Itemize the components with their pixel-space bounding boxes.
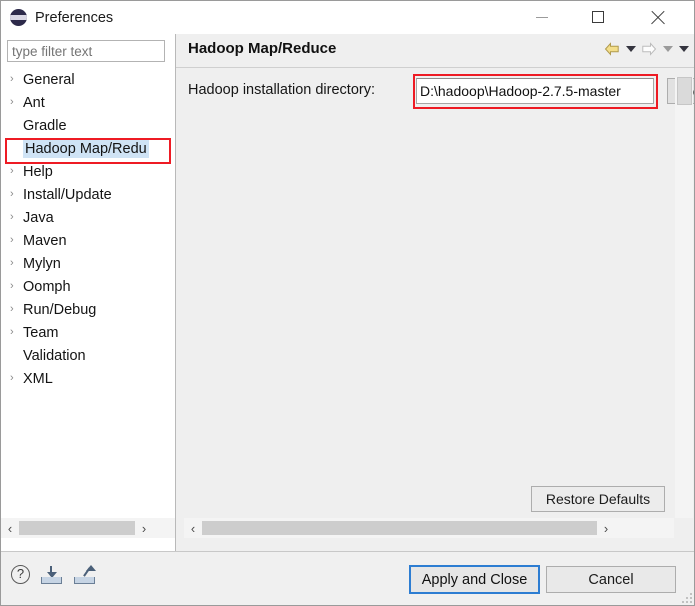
expand-arrow-placeholder: ›: [7, 350, 23, 361]
close-button[interactable]: [634, 1, 680, 33]
expand-arrow-icon[interactable]: ›: [7, 373, 23, 384]
minimize-button[interactable]: [519, 1, 565, 33]
scrollbar-thumb[interactable]: [19, 521, 135, 535]
resize-grip[interactable]: [682, 593, 692, 603]
apply-and-close-button[interactable]: Apply and Close: [409, 565, 540, 594]
expand-arrow-icon[interactable]: ›: [7, 235, 23, 246]
help-icon[interactable]: ?: [11, 565, 30, 584]
sidebar-item-label: XML: [23, 370, 53, 387]
export-icon[interactable]: [73, 565, 96, 584]
sidebar-item-team[interactable]: › Team: [1, 321, 175, 344]
sidebar-item-label: Maven: [23, 232, 67, 249]
sidebar-item-xml[interactable]: › XML: [1, 367, 175, 390]
import-icon[interactable]: [40, 565, 63, 584]
sidebar-item-label: Run/Debug: [23, 301, 97, 318]
expand-arrow-icon[interactable]: ›: [7, 304, 23, 315]
window-title: Preferences: [35, 9, 114, 26]
header-separator: [176, 67, 694, 68]
preferences-tree[interactable]: ›General›Ant›Gradle›Hadoop Map/Redu›Help…: [1, 68, 175, 516]
scroll-left-arrow-icon[interactable]: ‹: [184, 518, 202, 538]
hadoop-directory-input[interactable]: [416, 78, 654, 104]
restore-defaults-button[interactable]: Restore Defaults: [531, 486, 665, 512]
scroll-right-arrow-icon[interactable]: ›: [135, 518, 153, 538]
hadoop-directory-label: Hadoop installation directory:: [188, 82, 375, 98]
eclipse-icon: [10, 9, 27, 26]
dialog-body: ›General›Ant›Gradle›Hadoop Map/Redu›Help…: [1, 34, 694, 551]
expand-arrow-icon[interactable]: ›: [7, 212, 23, 223]
page-vertical-scrollbar[interactable]: [675, 77, 693, 518]
sidebar-item-label: Oomph: [23, 278, 71, 295]
sidebar-item-mylyn[interactable]: › Mylyn: [1, 252, 175, 275]
preferences-sidebar: ›General›Ant›Gradle›Hadoop Map/Redu›Help…: [1, 34, 175, 551]
sidebar-item-label: Help: [23, 163, 53, 180]
maximize-icon: [592, 11, 604, 23]
sidebar-item-oomph[interactable]: › Oomph: [1, 275, 175, 298]
scroll-left-arrow-icon[interactable]: ‹: [1, 518, 19, 538]
sidebar-item-label: Gradle: [23, 117, 67, 134]
sidebar-item-label: Install/Update: [23, 186, 112, 203]
sidebar-item-install-update[interactable]: › Install/Update: [1, 183, 175, 206]
expand-arrow-icon[interactable]: ›: [7, 97, 23, 108]
sidebar-item-ant[interactable]: › Ant: [1, 91, 175, 114]
sidebar-item-label: Mylyn: [23, 255, 61, 272]
sidebar-item-label: Team: [23, 324, 59, 341]
page-horizontal-scrollbar[interactable]: ‹ ›: [184, 518, 674, 538]
expand-arrow-placeholder: ›: [7, 143, 23, 154]
expand-arrow-icon[interactable]: ›: [7, 281, 23, 292]
hadoop-directory-row: Hadoop installation directory: Browse...: [176, 74, 694, 109]
sidebar-item-java[interactable]: › Java: [1, 206, 175, 229]
back-history-dropdown-icon[interactable]: [624, 40, 637, 58]
close-icon: [650, 10, 665, 25]
scrollbar-thumb[interactable]: [677, 77, 692, 105]
page-header: Hadoop Map/Reduce: [176, 34, 694, 67]
sidebar-item-validation[interactable]: ›Validation: [1, 344, 175, 367]
expand-arrow-placeholder: ›: [7, 120, 23, 131]
scroll-right-arrow-icon[interactable]: ›: [597, 518, 615, 538]
expand-arrow-icon[interactable]: ›: [7, 327, 23, 338]
sidebar-item-label: Java: [23, 209, 54, 226]
sidebar-horizontal-scrollbar[interactable]: ‹ ›: [1, 518, 175, 538]
scrollbar-thumb[interactable]: [202, 521, 597, 535]
preferences-page: Hadoop Map/Reduce Hadoop installation di…: [176, 34, 694, 551]
sidebar-item-run-debug[interactable]: › Run/Debug: [1, 298, 175, 321]
page-menu-dropdown-icon[interactable]: [677, 40, 690, 58]
back-arrow-icon[interactable]: [603, 40, 621, 58]
filter-input[interactable]: [7, 40, 165, 62]
expand-arrow-icon[interactable]: ›: [7, 189, 23, 200]
sidebar-item-label: Hadoop Map/Redu: [23, 139, 149, 158]
minimize-icon: [536, 16, 548, 18]
expand-arrow-icon[interactable]: ›: [7, 166, 23, 177]
sidebar-item-label: Ant: [23, 94, 45, 111]
sidebar-item-maven[interactable]: › Maven: [1, 229, 175, 252]
page-title: Hadoop Map/Reduce: [188, 40, 337, 57]
sidebar-item-help[interactable]: › Help: [1, 160, 175, 183]
footer-icon-group: ?: [11, 565, 96, 584]
sidebar-item-label: General: [23, 71, 75, 88]
expand-arrow-icon[interactable]: ›: [7, 74, 23, 85]
sidebar-item-label: Validation: [23, 347, 86, 364]
sidebar-item-hadoop-map-redu[interactable]: ›Hadoop Map/Redu: [1, 137, 175, 160]
maximize-button[interactable]: [575, 1, 621, 33]
preferences-dialog: Preferences ›General›Ant›Gradle›Hadoop M…: [0, 0, 695, 606]
expand-arrow-icon[interactable]: ›: [7, 258, 23, 269]
sidebar-item-general[interactable]: › General: [1, 68, 175, 91]
cancel-button[interactable]: Cancel: [546, 566, 676, 593]
forward-history-dropdown-icon[interactable]: [661, 40, 674, 58]
sidebar-item-gradle[interactable]: ›Gradle: [1, 114, 175, 137]
forward-arrow-icon[interactable]: [640, 40, 658, 58]
page-navigation-tools: [603, 40, 690, 58]
